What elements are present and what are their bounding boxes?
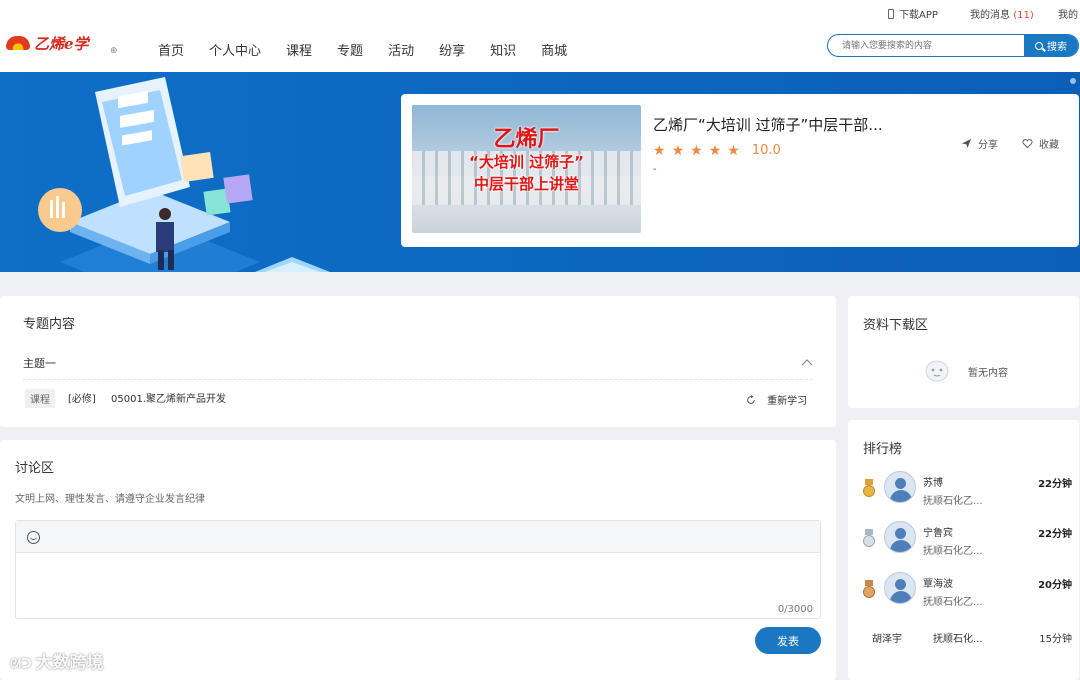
empty-text: 暂无内容 <box>968 368 1008 379</box>
my-account-link[interactable]: 我的 <box>1058 6 1078 21</box>
star-icon: ★ <box>708 142 722 159</box>
topic-content-title: 专题内容 <box>23 317 76 332</box>
star-icon: ★ <box>690 142 703 159</box>
comment-editor[interactable]: 0/3000 <box>15 520 821 619</box>
rank-org: 抚顺石化乙... <box>923 597 983 608</box>
ranking-panel: 排行榜 苏博 抚顺石化乙... 22分钟 宁鲁宾 抚顺石化乙... 22分钟 覃… <box>848 420 1079 680</box>
search-box: 搜索 <box>827 34 1079 57</box>
rating-score: 10.0 <box>751 143 781 158</box>
nav-item-topics[interactable]: 专题 <box>337 40 363 59</box>
watermark: ᘛᑐ 大数跨境 <box>10 653 104 673</box>
site-logo[interactable]: 乙烯e学 <box>6 28 89 58</box>
downloads-panel: 资料下载区 暂无内容 <box>848 296 1079 408</box>
ranking-row[interactable]: 覃海波 抚顺石化乙... 20分钟 <box>862 572 1072 610</box>
discussion-title: 讨论区 <box>15 461 55 476</box>
logo-badge-icon: ⊕ <box>110 46 118 56</box>
section-title[interactable]: 主题一 <box>23 355 56 371</box>
ranking-row[interactable]: 苏博 抚顺石化乙... 22分钟 <box>862 471 1072 509</box>
course-description: - <box>653 164 657 175</box>
course-card: 乙烯厂 “大培训 过筛子” 中层干部上讲堂 乙烯厂“大培训 过筛子”中层干部..… <box>401 94 1079 247</box>
star-icon: ★ <box>653 142 666 159</box>
ranking-title: 排行榜 <box>863 442 903 457</box>
nav-item-activities[interactable]: 活动 <box>388 40 414 59</box>
gold-medal-icon <box>862 479 876 499</box>
rank-org: 抚顺石化... <box>933 634 983 645</box>
site-header: 乙烯e学 ⊕ 首页 个人中心 课程 专题 活动 纷享 知识 商城 搜索 <box>0 24 1080 72</box>
required-label: [必修] <box>68 394 96 405</box>
course-name: 05001.聚乙烯新产品开发 <box>111 394 226 405</box>
search-input[interactable] <box>828 35 1026 56</box>
rank-minutes: 22分钟 <box>1038 479 1072 490</box>
course-tag: 课程 <box>25 389 55 408</box>
nav-item-home[interactable]: 首页 <box>158 40 184 59</box>
thumbnail-line-1: 乙烯厂 <box>493 127 560 152</box>
ranking-row[interactable]: 胡泽宇 抚顺石化... 15分钟 <box>862 629 1072 647</box>
avatar <box>884 521 916 553</box>
heart-icon <box>1022 139 1033 149</box>
favorite-button[interactable]: 收藏 <box>1022 136 1059 151</box>
silver-medal-icon <box>862 529 876 549</box>
rank-name: 苏博 <box>923 478 943 489</box>
thumbnail-line-2: “大培训 过筛子” <box>469 153 584 171</box>
topic-banner: 乙烯厂 “大培训 过筛子” 中层干部上讲堂 乙烯厂“大培训 过筛子”中层干部..… <box>0 72 1080 272</box>
petrochina-logo-icon <box>6 36 30 50</box>
rank-minutes: 15分钟 <box>1039 634 1072 645</box>
bronze-medal-icon <box>862 580 876 600</box>
phone-icon <box>888 9 894 19</box>
ranking-row[interactable]: 宁鲁宾 抚顺石化乙... 22分钟 <box>862 521 1072 559</box>
chevron-up-icon[interactable] <box>801 358 813 366</box>
logo-text: 乙烯e学 <box>34 34 89 53</box>
course-title[interactable]: 乙烯厂“大培训 过筛子”中层干部... <box>653 114 883 135</box>
rank-org: 抚顺石化乙... <box>923 496 983 507</box>
rank-name: 宁鲁宾 <box>923 528 953 539</box>
discussion-notice: 文明上网、理性发言、请遵守企业发言纪律 <box>15 494 205 505</box>
avatar <box>884 471 916 503</box>
scroll-indicator <box>1070 78 1076 84</box>
rank-name: 覃海波 <box>923 579 953 590</box>
star-icon: ★ <box>671 142 685 159</box>
nav-item-share[interactable]: 纷享 <box>439 40 465 59</box>
divider <box>23 379 813 380</box>
downloads-title: 资料下载区 <box>863 318 929 333</box>
main-nav: 首页 个人中心 课程 专题 活动 纷享 知识 商城 <box>158 40 592 59</box>
search-icon <box>1035 41 1043 50</box>
search-button[interactable]: 搜索 <box>1024 35 1078 56</box>
refresh-icon <box>747 395 755 404</box>
watermark-logo-icon: ᘛᑐ <box>10 657 32 672</box>
share-button[interactable]: 分享 <box>961 136 998 151</box>
empty-state-icon <box>925 360 949 382</box>
message-count-badge: (11) <box>1013 10 1034 21</box>
rank-org: 抚顺石化乙... <box>923 546 983 557</box>
char-counter: 0/3000 <box>777 604 813 615</box>
my-messages-link[interactable]: 我的消息 (11) <box>970 6 1034 21</box>
discussion-panel: 讨论区 文明上网、理性发言、请遵守企业发言纪律 0/3000 发表 <box>0 440 836 680</box>
restart-button[interactable]: 重新学习 <box>746 389 807 408</box>
rank-minutes: 20分钟 <box>1038 580 1072 591</box>
banner-illustration <box>38 77 330 272</box>
download-app-link[interactable]: 下载APP <box>888 6 938 21</box>
emoji-icon[interactable] <box>27 531 40 544</box>
star-icon: ★ <box>727 142 740 159</box>
course-thumbnail[interactable]: 乙烯厂 “大培训 过筛子” 中层干部上讲堂 <box>412 105 641 233</box>
post-button[interactable]: 发表 <box>755 627 821 654</box>
rank-name: 胡泽宇 <box>872 634 902 645</box>
nav-item-mall[interactable]: 商城 <box>541 40 567 59</box>
nav-item-courses[interactable]: 课程 <box>286 40 312 59</box>
rating: ★ ★ ★ ★ ★ 10.0 <box>653 143 781 158</box>
top-utility-bar: 下载APP 我的消息 (11) 我的 <box>0 0 1080 24</box>
thumbnail-line-3: 中层干部上讲堂 <box>473 175 579 193</box>
editor-toolbar <box>16 521 820 553</box>
rank-minutes: 22分钟 <box>1038 529 1072 540</box>
nav-item-personal-center[interactable]: 个人中心 <box>209 40 261 59</box>
topic-content-panel: 专题内容 主题一 课程 [必修] 05001.聚乙烯新产品开发 重新学习 <box>0 296 836 427</box>
share-icon <box>961 138 972 149</box>
course-list-item[interactable]: 课程 [必修] 05001.聚乙烯新产品开发 重新学习 <box>23 389 813 409</box>
avatar <box>884 572 916 604</box>
page: 下载APP 我的消息 (11) 我的 乙烯e学 ⊕ 首页 个人中心 课程 专题 … <box>0 0 1080 680</box>
nav-item-knowledge[interactable]: 知识 <box>490 40 516 59</box>
